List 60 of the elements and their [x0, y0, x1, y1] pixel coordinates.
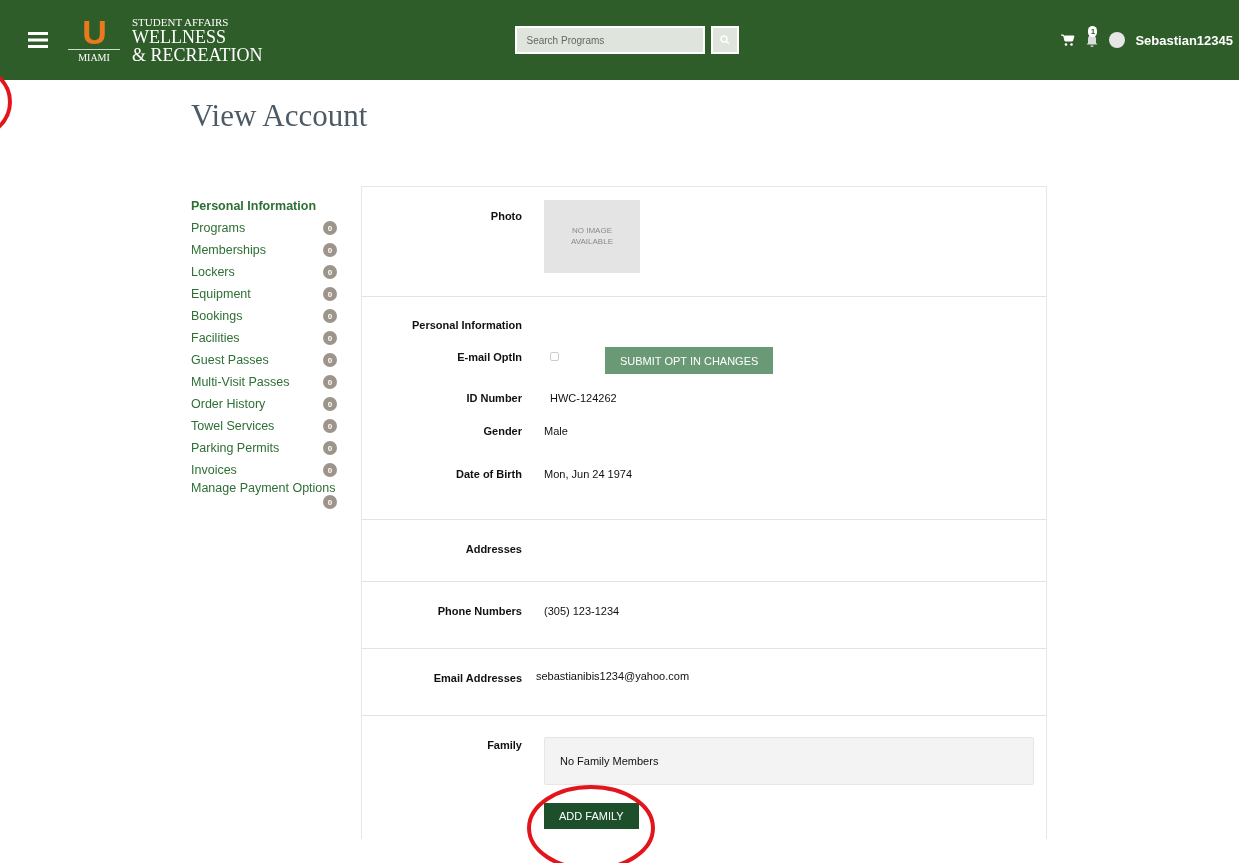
count-badge: 0: [323, 463, 337, 477]
count-badge: 0: [323, 353, 337, 367]
brand-title: & RECREATION: [132, 45, 263, 64]
section-heading: Personal Information: [410, 319, 522, 331]
count-badge: 0: [323, 221, 337, 235]
logo-caption: MIAMI: [78, 52, 110, 63]
sidebar-item[interactable]: Parking Permits: [191, 441, 280, 455]
sidebar-item[interactable]: Manage Payment Options: [191, 481, 336, 495]
count-badge: 0: [323, 265, 337, 279]
menu-icon[interactable]: [28, 32, 48, 48]
notification-count: 1: [1088, 26, 1098, 37]
username[interactable]: Sebastian12345: [1135, 32, 1233, 48]
sidebar-item[interactable]: Facilities: [191, 331, 240, 345]
count-badge: 0: [323, 287, 337, 301]
sidebar-item[interactable]: Equipment: [191, 287, 251, 301]
family-list: No Family Members: [544, 737, 1034, 785]
count-badge: 0: [323, 309, 337, 323]
count-badge: 0: [323, 397, 337, 411]
search-button[interactable]: [710, 26, 739, 54]
field-label: E-mail OptIn: [456, 351, 522, 365]
cart-icon[interactable]: [1061, 34, 1076, 46]
field-value: Male: [544, 425, 569, 437]
sidebar-item[interactable]: Bookings: [191, 309, 243, 323]
count-badge: 0: [323, 331, 337, 345]
page-title: View Account: [191, 98, 369, 134]
sidebar-item[interactable]: Order History: [191, 397, 266, 411]
count-badge: 0: [323, 243, 337, 257]
field-value: (305) 123-1234: [544, 605, 621, 619]
sidebar-item[interactable]: Multi-Visit Passes: [191, 375, 290, 389]
sidebar-item[interactable]: Personal Information: [191, 199, 317, 213]
brand-subtitle: STUDENT AFFAIRS: [132, 16, 230, 28]
field-label: Phone Numbers: [436, 605, 522, 619]
sidebar-item[interactable]: Lockers: [191, 265, 235, 279]
field-label: Gender: [482, 425, 522, 437]
sidebar-item[interactable]: Memberships: [191, 243, 267, 257]
field-label: Email Addresses: [432, 672, 522, 686]
field-value: Mon, Jun 24 1974: [544, 468, 634, 480]
optin-checkbox[interactable]: [550, 352, 559, 361]
field-label: Date of Birth: [455, 468, 522, 480]
sidebar-item[interactable]: Programs: [191, 221, 246, 235]
sidebar-item[interactable]: Guest Passes: [191, 353, 269, 367]
field-label: Addresses: [464, 543, 522, 557]
logo-letter: U: [82, 17, 106, 47]
brand-title: WELLNESS: [132, 27, 227, 46]
placeholder-text: NO IMAGE AVAILABLE: [570, 226, 614, 247]
avatar-icon[interactable]: [1109, 32, 1126, 48]
field-label: ID Number: [465, 392, 522, 404]
count-badge: 0: [323, 495, 337, 509]
field-label: Photo: [489, 210, 522, 224]
search-field[interactable]: Search Programs: [514, 26, 705, 54]
count-badge: 0: [323, 419, 337, 433]
count-badge: 0: [323, 375, 337, 389]
field-value: sebastianibis1234@yahoo.com: [536, 670, 691, 684]
search-icon: [719, 35, 730, 45]
sidebar-item[interactable]: Invoices: [191, 463, 237, 477]
count-badge: 0: [323, 441, 337, 455]
field-value: HWC-124262: [549, 392, 618, 404]
add-family-button[interactable]: ADD FAMILY: [544, 803, 639, 829]
field-label: Family: [486, 739, 522, 753]
sidebar-item[interactable]: Towel Services: [191, 419, 275, 433]
